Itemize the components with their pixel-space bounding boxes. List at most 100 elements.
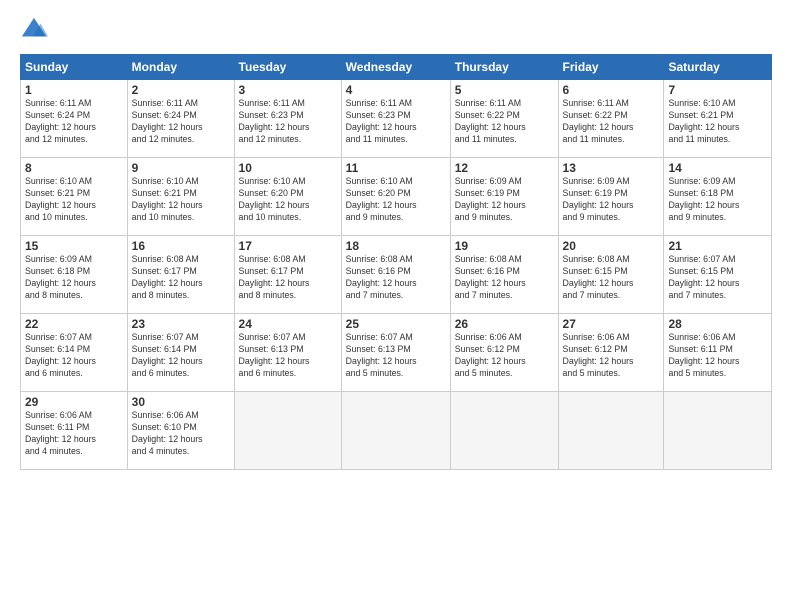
day-info: Sunrise: 6:08 AM Sunset: 6:16 PM Dayligh… [455, 254, 554, 302]
calendar-cell: 4Sunrise: 6:11 AM Sunset: 6:23 PM Daylig… [341, 80, 450, 158]
calendar-cell: 8Sunrise: 6:10 AM Sunset: 6:21 PM Daylig… [21, 158, 128, 236]
day-number: 14 [668, 161, 767, 175]
day-number: 28 [668, 317, 767, 331]
day-info: Sunrise: 6:08 AM Sunset: 6:16 PM Dayligh… [346, 254, 446, 302]
calendar-table: SundayMondayTuesdayWednesdayThursdayFrid… [20, 54, 772, 470]
day-number: 29 [25, 395, 123, 409]
calendar-cell: 12Sunrise: 6:09 AM Sunset: 6:19 PM Dayli… [450, 158, 558, 236]
calendar-cell: 25Sunrise: 6:07 AM Sunset: 6:13 PM Dayli… [341, 314, 450, 392]
day-info: Sunrise: 6:07 AM Sunset: 6:14 PM Dayligh… [25, 332, 123, 380]
calendar-cell: 2Sunrise: 6:11 AM Sunset: 6:24 PM Daylig… [127, 80, 234, 158]
calendar-cell: 9Sunrise: 6:10 AM Sunset: 6:21 PM Daylig… [127, 158, 234, 236]
day-number: 24 [239, 317, 337, 331]
col-header-sunday: Sunday [21, 55, 128, 80]
day-number: 5 [455, 83, 554, 97]
col-header-friday: Friday [558, 55, 664, 80]
calendar-cell: 24Sunrise: 6:07 AM Sunset: 6:13 PM Dayli… [234, 314, 341, 392]
calendar-cell: 18Sunrise: 6:08 AM Sunset: 6:16 PM Dayli… [341, 236, 450, 314]
day-number: 13 [563, 161, 660, 175]
calendar-row-4: 22Sunrise: 6:07 AM Sunset: 6:14 PM Dayli… [21, 314, 772, 392]
day-number: 2 [132, 83, 230, 97]
day-number: 10 [239, 161, 337, 175]
day-number: 30 [132, 395, 230, 409]
day-info: Sunrise: 6:06 AM Sunset: 6:11 PM Dayligh… [668, 332, 767, 380]
day-number: 12 [455, 161, 554, 175]
day-info: Sunrise: 6:11 AM Sunset: 6:23 PM Dayligh… [239, 98, 337, 146]
day-info: Sunrise: 6:10 AM Sunset: 6:21 PM Dayligh… [25, 176, 123, 224]
day-number: 20 [563, 239, 660, 253]
day-info: Sunrise: 6:06 AM Sunset: 6:11 PM Dayligh… [25, 410, 123, 458]
calendar-cell [558, 392, 664, 470]
day-number: 9 [132, 161, 230, 175]
col-header-tuesday: Tuesday [234, 55, 341, 80]
calendar-cell: 28Sunrise: 6:06 AM Sunset: 6:11 PM Dayli… [664, 314, 772, 392]
day-number: 3 [239, 83, 337, 97]
calendar-cell: 20Sunrise: 6:08 AM Sunset: 6:15 PM Dayli… [558, 236, 664, 314]
day-number: 25 [346, 317, 446, 331]
day-info: Sunrise: 6:06 AM Sunset: 6:12 PM Dayligh… [563, 332, 660, 380]
calendar-cell: 21Sunrise: 6:07 AM Sunset: 6:15 PM Dayli… [664, 236, 772, 314]
calendar-cell: 7Sunrise: 6:10 AM Sunset: 6:21 PM Daylig… [664, 80, 772, 158]
day-info: Sunrise: 6:06 AM Sunset: 6:10 PM Dayligh… [132, 410, 230, 458]
day-info: Sunrise: 6:08 AM Sunset: 6:15 PM Dayligh… [563, 254, 660, 302]
day-number: 17 [239, 239, 337, 253]
calendar-row-1: 1Sunrise: 6:11 AM Sunset: 6:24 PM Daylig… [21, 80, 772, 158]
day-number: 21 [668, 239, 767, 253]
calendar-cell: 6Sunrise: 6:11 AM Sunset: 6:22 PM Daylig… [558, 80, 664, 158]
calendar-cell [341, 392, 450, 470]
day-number: 6 [563, 83, 660, 97]
day-info: Sunrise: 6:07 AM Sunset: 6:15 PM Dayligh… [668, 254, 767, 302]
calendar-row-5: 29Sunrise: 6:06 AM Sunset: 6:11 PM Dayli… [21, 392, 772, 470]
day-info: Sunrise: 6:10 AM Sunset: 6:20 PM Dayligh… [239, 176, 337, 224]
day-info: Sunrise: 6:11 AM Sunset: 6:22 PM Dayligh… [563, 98, 660, 146]
calendar-cell: 3Sunrise: 6:11 AM Sunset: 6:23 PM Daylig… [234, 80, 341, 158]
page: SundayMondayTuesdayWednesdayThursdayFrid… [0, 0, 792, 612]
calendar-cell: 29Sunrise: 6:06 AM Sunset: 6:11 PM Dayli… [21, 392, 128, 470]
calendar-cell [234, 392, 341, 470]
day-number: 8 [25, 161, 123, 175]
day-info: Sunrise: 6:09 AM Sunset: 6:19 PM Dayligh… [563, 176, 660, 224]
calendar-cell: 16Sunrise: 6:08 AM Sunset: 6:17 PM Dayli… [127, 236, 234, 314]
day-info: Sunrise: 6:06 AM Sunset: 6:12 PM Dayligh… [455, 332, 554, 380]
day-number: 1 [25, 83, 123, 97]
day-number: 19 [455, 239, 554, 253]
day-number: 7 [668, 83, 767, 97]
calendar-cell: 27Sunrise: 6:06 AM Sunset: 6:12 PM Dayli… [558, 314, 664, 392]
calendar-cell: 1Sunrise: 6:11 AM Sunset: 6:24 PM Daylig… [21, 80, 128, 158]
calendar-cell [664, 392, 772, 470]
day-info: Sunrise: 6:09 AM Sunset: 6:18 PM Dayligh… [25, 254, 123, 302]
day-info: Sunrise: 6:07 AM Sunset: 6:13 PM Dayligh… [346, 332, 446, 380]
day-number: 4 [346, 83, 446, 97]
calendar-cell: 19Sunrise: 6:08 AM Sunset: 6:16 PM Dayli… [450, 236, 558, 314]
day-number: 23 [132, 317, 230, 331]
day-info: Sunrise: 6:08 AM Sunset: 6:17 PM Dayligh… [132, 254, 230, 302]
calendar-cell: 10Sunrise: 6:10 AM Sunset: 6:20 PM Dayli… [234, 158, 341, 236]
header-row: SundayMondayTuesdayWednesdayThursdayFrid… [21, 55, 772, 80]
day-info: Sunrise: 6:11 AM Sunset: 6:23 PM Dayligh… [346, 98, 446, 146]
col-header-saturday: Saturday [664, 55, 772, 80]
logo [20, 16, 52, 44]
calendar-cell: 14Sunrise: 6:09 AM Sunset: 6:18 PM Dayli… [664, 158, 772, 236]
calendar-row-2: 8Sunrise: 6:10 AM Sunset: 6:21 PM Daylig… [21, 158, 772, 236]
calendar-cell: 15Sunrise: 6:09 AM Sunset: 6:18 PM Dayli… [21, 236, 128, 314]
calendar-cell: 30Sunrise: 6:06 AM Sunset: 6:10 PM Dayli… [127, 392, 234, 470]
day-info: Sunrise: 6:09 AM Sunset: 6:18 PM Dayligh… [668, 176, 767, 224]
day-info: Sunrise: 6:07 AM Sunset: 6:13 PM Dayligh… [239, 332, 337, 380]
col-header-wednesday: Wednesday [341, 55, 450, 80]
calendar-cell: 11Sunrise: 6:10 AM Sunset: 6:20 PM Dayli… [341, 158, 450, 236]
calendar-cell [450, 392, 558, 470]
day-info: Sunrise: 6:10 AM Sunset: 6:21 PM Dayligh… [668, 98, 767, 146]
col-header-monday: Monday [127, 55, 234, 80]
calendar-cell: 13Sunrise: 6:09 AM Sunset: 6:19 PM Dayli… [558, 158, 664, 236]
day-number: 22 [25, 317, 123, 331]
day-number: 11 [346, 161, 446, 175]
calendar-cell: 22Sunrise: 6:07 AM Sunset: 6:14 PM Dayli… [21, 314, 128, 392]
day-number: 15 [25, 239, 123, 253]
day-info: Sunrise: 6:09 AM Sunset: 6:19 PM Dayligh… [455, 176, 554, 224]
calendar-cell: 26Sunrise: 6:06 AM Sunset: 6:12 PM Dayli… [450, 314, 558, 392]
calendar-cell: 23Sunrise: 6:07 AM Sunset: 6:14 PM Dayli… [127, 314, 234, 392]
day-number: 16 [132, 239, 230, 253]
day-info: Sunrise: 6:10 AM Sunset: 6:21 PM Dayligh… [132, 176, 230, 224]
day-info: Sunrise: 6:11 AM Sunset: 6:24 PM Dayligh… [25, 98, 123, 146]
day-info: Sunrise: 6:11 AM Sunset: 6:24 PM Dayligh… [132, 98, 230, 146]
